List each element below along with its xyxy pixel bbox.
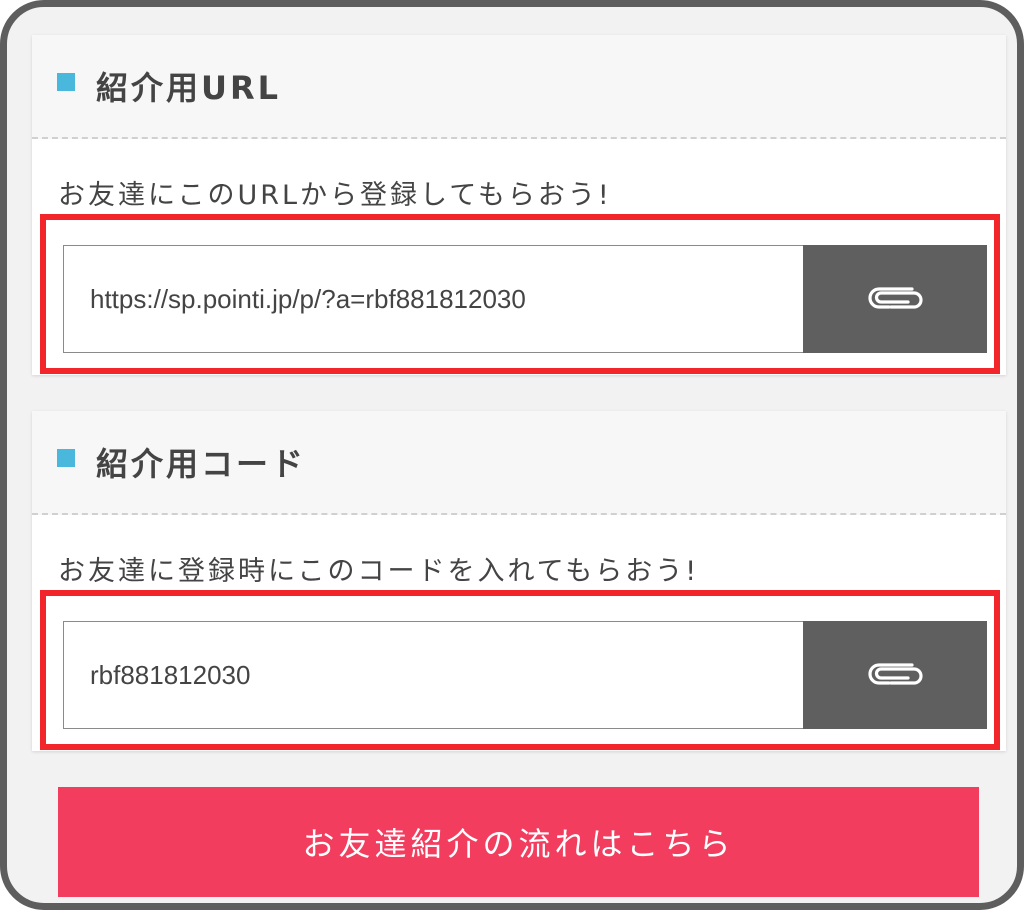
highlight-box-code: rbf881812030 [40,590,1000,750]
copy-code-button[interactable] [803,621,987,729]
referral-code-input[interactable]: rbf881812030 [63,621,803,729]
highlight-box-url: https://sp.pointi.jp/p/?a=rbf881812030 [40,214,1000,374]
referral-url-input[interactable]: https://sp.pointi.jp/p/?a=rbf881812030 [63,245,803,353]
copy-url-button[interactable] [803,245,987,353]
referral-flow-button[interactable]: お友達紹介の流れはこちら [58,787,979,897]
referral-code-description: お友達に登録時にこのコードを入れてもらおう! [58,556,700,587]
referral-url-title: 紹介用URL [96,69,282,107]
accent-square-icon [57,73,75,91]
referral-code-title: 紹介用コード [96,445,307,483]
paperclip-icon [868,663,923,685]
referral-code-card: 紹介用コード お友達に登録時にこのコードを入れてもらおう! rbf8818120… [32,411,1006,751]
referral-url-header: 紹介用URL [32,35,1006,139]
referral-url-card: 紹介用URL お友達にこのURLから登録してもらおう! https://sp.p… [32,35,1006,375]
referral-code-header: 紹介用コード [32,411,1006,515]
referral-code-field: rbf881812030 [63,621,987,729]
accent-square-icon [57,449,75,467]
paperclip-icon [868,287,923,309]
phone-frame: 紹介用URL お友達にこのURLから登録してもらおう! https://sp.p… [0,0,1024,910]
referral-url-field: https://sp.pointi.jp/p/?a=rbf881812030 [63,245,987,353]
referral-url-description: お友達にこのURLから登録してもらおう! [58,180,612,211]
